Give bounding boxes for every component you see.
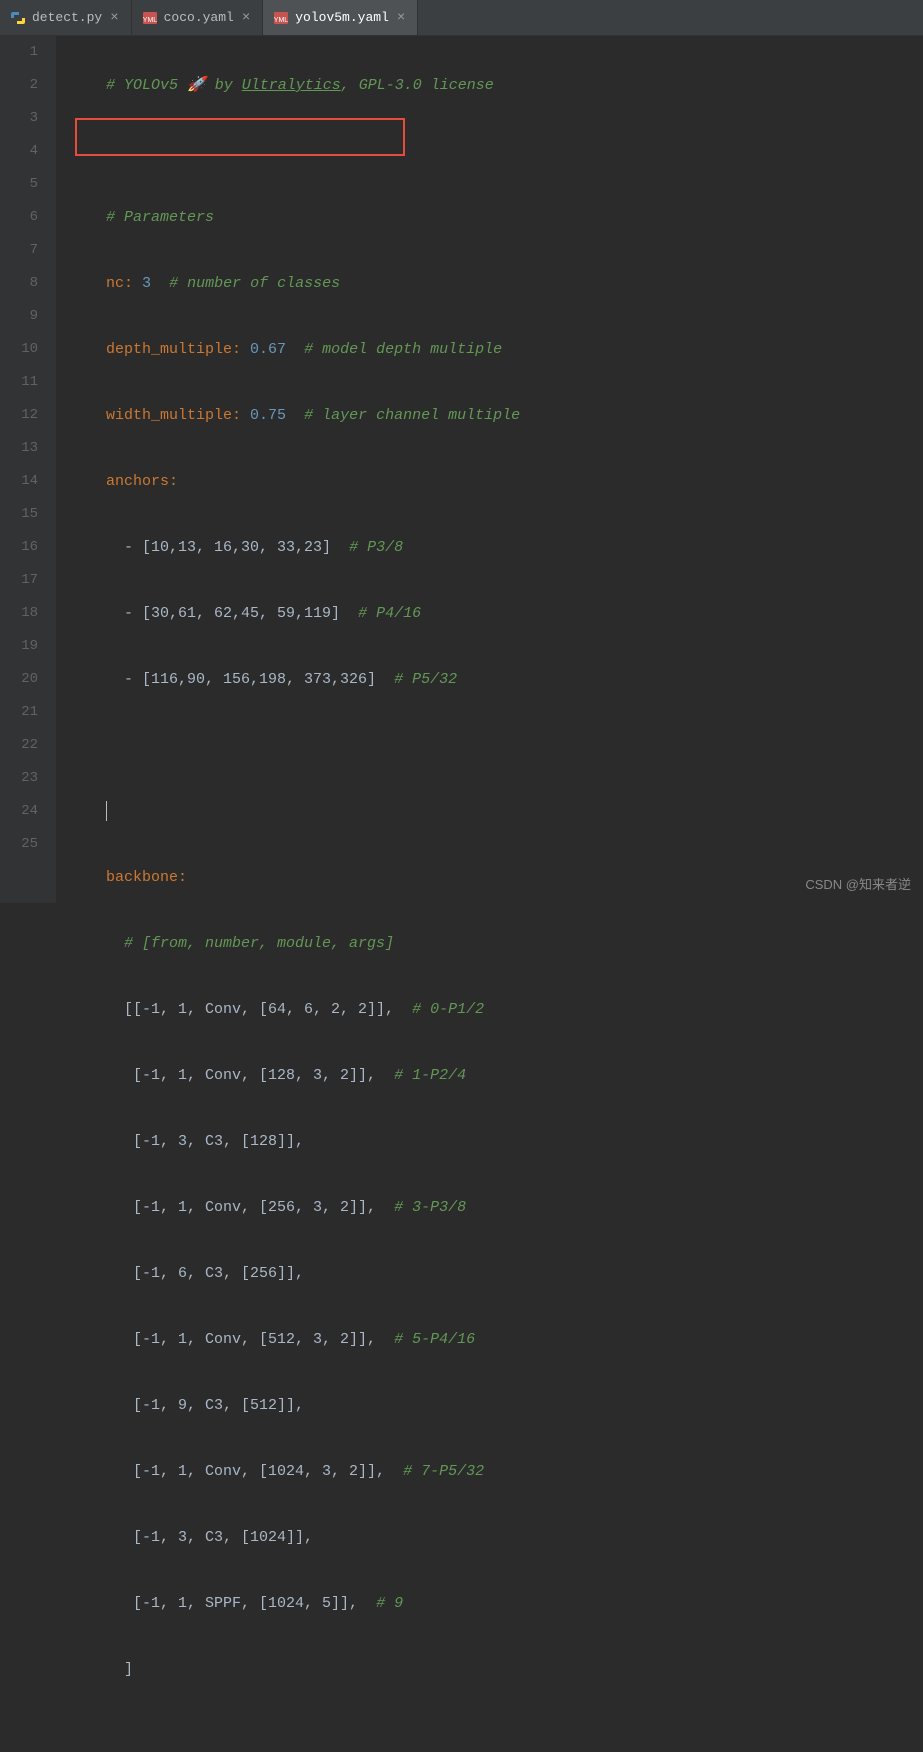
code-line: ] bbox=[106, 1653, 923, 1686]
line-number: 6 bbox=[0, 201, 38, 234]
code-line: # Parameters bbox=[106, 201, 923, 234]
line-number: 19 bbox=[0, 630, 38, 663]
line-number: 14 bbox=[0, 465, 38, 498]
line-number: 21 bbox=[0, 696, 38, 729]
code-line: [-1, 3, C3, [128]], bbox=[106, 1125, 923, 1158]
code-content[interactable]: # YOLOv5 🚀 by Ultralytics, GPL-3.0 licen… bbox=[56, 36, 923, 903]
code-line: [[-1, 1, Conv, [64, 6, 2, 2]], # 0-P1/2 bbox=[106, 993, 923, 1026]
line-number: 12 bbox=[0, 399, 38, 432]
code-line: backbone: bbox=[106, 861, 923, 894]
line-number-gutter: 1 2 3 4 5 6 7 8 9 10 11 12 13 14 15 16 1… bbox=[0, 36, 56, 903]
line-number: 10 bbox=[0, 333, 38, 366]
code-line: depth_multiple: 0.67 # model depth multi… bbox=[106, 333, 923, 366]
code-line: - [30,61, 62,45, 59,119] # P4/16 bbox=[106, 597, 923, 630]
close-icon[interactable]: × bbox=[395, 10, 407, 26]
yaml-icon: YML bbox=[273, 10, 289, 26]
line-number: 2 bbox=[0, 69, 38, 102]
python-icon bbox=[10, 10, 26, 26]
watermark-text: CSDN @知来者逆 bbox=[805, 874, 911, 893]
line-number: 3 bbox=[0, 102, 38, 135]
tab-yolov5m-yaml[interactable]: YML yolov5m.yaml × bbox=[263, 0, 418, 35]
code-line: anchors: bbox=[106, 465, 923, 498]
tab-detect-py[interactable]: detect.py × bbox=[0, 0, 132, 35]
code-line: [-1, 6, C3, [256]], bbox=[106, 1257, 923, 1290]
line-number: 22 bbox=[0, 729, 38, 762]
line-number: 11 bbox=[0, 366, 38, 399]
code-line: [-1, 1, Conv, [256, 3, 2]], # 3-P3/8 bbox=[106, 1191, 923, 1224]
line-number: 18 bbox=[0, 597, 38, 630]
line-number: 4 bbox=[0, 135, 38, 168]
code-line: width_multiple: 0.75 # layer channel mul… bbox=[106, 399, 923, 432]
close-icon[interactable]: × bbox=[108, 10, 120, 26]
line-number: 16 bbox=[0, 531, 38, 564]
code-line bbox=[106, 795, 923, 828]
close-icon[interactable]: × bbox=[240, 10, 252, 26]
line-number: 25 bbox=[0, 828, 38, 861]
line-number: 20 bbox=[0, 663, 38, 696]
code-line: nc: 3 # number of classes bbox=[106, 267, 923, 300]
line-number bbox=[0, 861, 38, 894]
editor-area[interactable]: 1 2 3 4 5 6 7 8 9 10 11 12 13 14 15 16 1… bbox=[0, 36, 923, 903]
code-line: - [10,13, 16,30, 33,23] # P3/8 bbox=[106, 531, 923, 564]
code-line: - [116,90, 156,198, 373,326] # P5/32 bbox=[106, 663, 923, 696]
line-number: 8 bbox=[0, 267, 38, 300]
yaml-icon: YML bbox=[142, 10, 158, 26]
line-number: 24 bbox=[0, 795, 38, 828]
svg-text:YML: YML bbox=[274, 17, 289, 24]
line-number: 9 bbox=[0, 300, 38, 333]
code-line: [-1, 3, C3, [1024]], bbox=[106, 1521, 923, 1554]
code-line bbox=[106, 729, 923, 762]
tab-bar: detect.py × YML coco.yaml × YML yolov5m.… bbox=[0, 0, 923, 36]
tab-label: coco.yaml bbox=[164, 10, 234, 25]
text-cursor bbox=[106, 801, 107, 821]
code-line bbox=[106, 135, 923, 168]
code-line: # YOLOv5 🚀 by Ultralytics, GPL-3.0 licen… bbox=[106, 69, 923, 102]
svg-text:YML: YML bbox=[142, 17, 157, 24]
code-line: [-1, 9, C3, [512]], bbox=[106, 1389, 923, 1422]
line-number: 7 bbox=[0, 234, 38, 267]
code-line: [-1, 1, Conv, [512, 3, 2]], # 5-P4/16 bbox=[106, 1323, 923, 1356]
line-number: 5 bbox=[0, 168, 38, 201]
line-number: 13 bbox=[0, 432, 38, 465]
line-number: 17 bbox=[0, 564, 38, 597]
tab-coco-yaml[interactable]: YML coco.yaml × bbox=[132, 0, 264, 35]
line-number: 1 bbox=[0, 36, 38, 69]
line-number: 23 bbox=[0, 762, 38, 795]
code-line: [-1, 1, Conv, [1024, 3, 2]], # 7-P5/32 bbox=[106, 1455, 923, 1488]
code-line: [-1, 1, SPPF, [1024, 5]], # 9 bbox=[106, 1587, 923, 1620]
tab-label: detect.py bbox=[32, 10, 102, 25]
code-line: # [from, number, module, args] bbox=[106, 927, 923, 960]
tab-label: yolov5m.yaml bbox=[295, 10, 389, 25]
code-line: [-1, 1, Conv, [128, 3, 2]], # 1-P2/4 bbox=[106, 1059, 923, 1092]
line-number: 15 bbox=[0, 498, 38, 531]
